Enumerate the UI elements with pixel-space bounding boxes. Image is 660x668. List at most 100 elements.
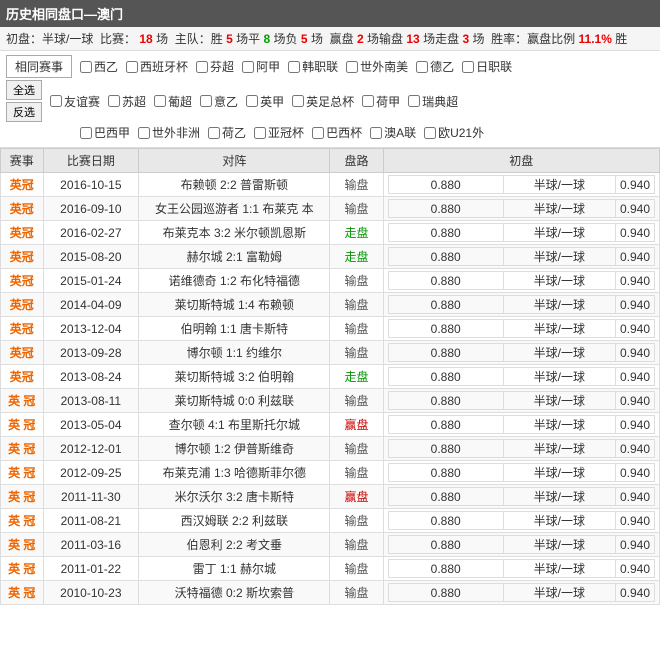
- all-button[interactable]: 全选: [6, 80, 42, 100]
- table-row: 英冠2013-08-24莱切斯特城 3:2 伯明翰走盘0.880半球/一球0.9…: [1, 365, 660, 389]
- checkbox-巴西甲[interactable]: [80, 127, 92, 139]
- cell-result: 输盘: [330, 173, 383, 197]
- checkbox-item-2: 葡超: [154, 93, 192, 110]
- checkbox-英足总杯[interactable]: [292, 95, 304, 107]
- checkbox-英甲[interactable]: [246, 95, 258, 107]
- checkbox-item-4: 巴西杯: [312, 124, 362, 141]
- cell-result: 输盘: [330, 557, 383, 581]
- related-match-button[interactable]: 相同赛事: [6, 55, 72, 78]
- cell-date: 2013-08-24: [43, 365, 139, 389]
- checkbox-item-5: 世外南美: [346, 58, 408, 75]
- cell-initial: 0.880半球/一球0.940: [383, 509, 659, 533]
- checkbox-日职联[interactable]: [462, 61, 474, 73]
- checkbox-苏超[interactable]: [108, 95, 120, 107]
- checkbox-label-欧U21外: 欧U21外: [438, 124, 484, 141]
- cell-initial: 0.880半球/一球0.940: [383, 269, 659, 293]
- cell-result: 输盘: [330, 317, 383, 341]
- checkbox-阿甲[interactable]: [242, 61, 254, 73]
- table-row: 英 冠2011-11-30米尔沃尔 3:2 唐卡斯特赢盘0.880半球/一球0.…: [1, 485, 660, 509]
- checkbox-label-芬超: 芬超: [210, 58, 234, 75]
- checkbox-item-2: 荷乙: [208, 124, 246, 141]
- cell-initial: 0.880半球/一球0.940: [383, 341, 659, 365]
- cell-date: 2010-10-23: [43, 581, 139, 605]
- cell-date: 2011-03-16: [43, 533, 139, 557]
- header-bar: 历史相同盘口—澳门: [0, 0, 660, 27]
- checkbox-巴西杯[interactable]: [312, 127, 324, 139]
- checkbox-item-1: 西班牙杯: [126, 58, 188, 75]
- cell-league: 英冠: [1, 221, 44, 245]
- checkbox-葡超[interactable]: [154, 95, 166, 107]
- cell-result: 赢盘: [330, 485, 383, 509]
- main-table: 赛事 比赛日期 对阵 盘路 初盘 英冠2016-10-15布赖顿 2:2 普雷斯…: [0, 148, 660, 605]
- checkbox-label-西班牙杯: 西班牙杯: [140, 58, 188, 75]
- page-title: 历史相同盘口—澳门: [6, 7, 123, 22]
- checkbox-友谊赛[interactable]: [50, 95, 62, 107]
- checkbox-item-6: 德乙: [416, 58, 454, 75]
- cell-league: 英冠: [1, 269, 44, 293]
- cell-initial: 0.880半球/一球0.940: [383, 293, 659, 317]
- checkbox-label-荷甲: 荷甲: [376, 93, 400, 110]
- cell-date: 2014-04-09: [43, 293, 139, 317]
- table-row: 英冠2013-12-04伯明翰 1:1 唐卡斯特输盘0.880半球/一球0.94…: [1, 317, 660, 341]
- table-row: 英 冠2012-12-01博尔顿 1:2 伊普斯维奇输盘0.880半球/一球0.…: [1, 437, 660, 461]
- cell-result: 输盘: [330, 509, 383, 533]
- cell-result: 走盘: [330, 245, 383, 269]
- checkbox-欧U21外[interactable]: [424, 127, 436, 139]
- cell-league: 英 冠: [1, 557, 44, 581]
- checkbox-德乙[interactable]: [416, 61, 428, 73]
- checkbox-西乙[interactable]: [80, 61, 92, 73]
- cell-date: 2012-09-25: [43, 461, 139, 485]
- invert-button[interactable]: 反选: [6, 102, 42, 122]
- checkbox-item-0: 巴西甲: [80, 124, 130, 141]
- cell-league: 英 冠: [1, 389, 44, 413]
- filter-row-2: 全选 反选 友谊赛苏超葡超意乙英甲英足总杯荷甲瑞典超: [6, 80, 654, 122]
- cell-match: 西汉姆联 2:2 利兹联: [139, 509, 330, 533]
- cell-initial: 0.880半球/一球0.940: [383, 437, 659, 461]
- checkbox-荷乙[interactable]: [208, 127, 220, 139]
- checkbox-item-7: 瑞典超: [408, 93, 458, 110]
- checkbox-label-韩职联: 韩职联: [302, 58, 338, 75]
- checkbox-label-荷乙: 荷乙: [222, 124, 246, 141]
- cell-match: 米尔沃尔 3:2 唐卡斯特: [139, 485, 330, 509]
- cell-result: 走盘: [330, 365, 383, 389]
- checkbox-荷甲[interactable]: [362, 95, 374, 107]
- cell-date: 2012-12-01: [43, 437, 139, 461]
- cell-date: 2016-09-10: [43, 197, 139, 221]
- checkbox-世外南美[interactable]: [346, 61, 358, 73]
- cell-result: 赢盘: [330, 413, 383, 437]
- checkbox-亚冠杯[interactable]: [254, 127, 266, 139]
- checkbox-西班牙杯[interactable]: [126, 61, 138, 73]
- checkbox-group-1: 西乙西班牙杯芬超阿甲韩职联世外南美德乙日职联: [80, 58, 512, 75]
- cell-match: 赫尔城 2:1 富勒姆: [139, 245, 330, 269]
- cell-date: 2013-09-28: [43, 341, 139, 365]
- cell-match: 莱切斯特城 1:4 布赖顿: [139, 293, 330, 317]
- cell-match: 布莱克浦 1:3 哈德斯菲尔德: [139, 461, 330, 485]
- cell-result: 输盘: [330, 293, 383, 317]
- checkbox-芬超[interactable]: [196, 61, 208, 73]
- cell-initial: 0.880半球/一球0.940: [383, 581, 659, 605]
- cell-result: 输盘: [330, 581, 383, 605]
- checkbox-label-意乙: 意乙: [214, 93, 238, 110]
- checkbox-世外非洲[interactable]: [138, 127, 150, 139]
- checkbox-意乙[interactable]: [200, 95, 212, 107]
- checkbox-韩职联[interactable]: [288, 61, 300, 73]
- checkbox-label-葡超: 葡超: [168, 93, 192, 110]
- filter-buttons: 相同赛事: [6, 55, 72, 78]
- cell-league: 英冠: [1, 365, 44, 389]
- cell-result: 输盘: [330, 533, 383, 557]
- cell-league: 英 冠: [1, 461, 44, 485]
- filter-section: 相同赛事 西乙西班牙杯芬超阿甲韩职联世外南美德乙日职联 全选 反选 友谊赛苏超葡…: [0, 51, 660, 148]
- cell-match: 布莱克本 3:2 米尔顿凯恩斯: [139, 221, 330, 245]
- cell-match: 布赖顿 2:2 普雷斯顿: [139, 173, 330, 197]
- table-row: 英冠2016-02-27布莱克本 3:2 米尔顿凯恩斯走盘0.880半球/一球0…: [1, 221, 660, 245]
- cell-initial: 0.880半球/一球0.940: [383, 197, 659, 221]
- cell-initial: 0.880半球/一球0.940: [383, 461, 659, 485]
- checkbox-group-3: 巴西甲世外非洲荷乙亚冠杯巴西杯澳A联欧U21外: [80, 124, 484, 141]
- checkbox-label-西乙: 西乙: [94, 58, 118, 75]
- cell-result: 输盘: [330, 197, 383, 221]
- col-match: 对阵: [139, 149, 330, 173]
- checkbox-澳A联[interactable]: [370, 127, 382, 139]
- filter-row-3: 巴西甲世外非洲荷乙亚冠杯巴西杯澳A联欧U21外: [6, 124, 654, 141]
- checkbox-瑞典超[interactable]: [408, 95, 420, 107]
- table-row: 英冠2015-08-20赫尔城 2:1 富勒姆走盘0.880半球/一球0.940: [1, 245, 660, 269]
